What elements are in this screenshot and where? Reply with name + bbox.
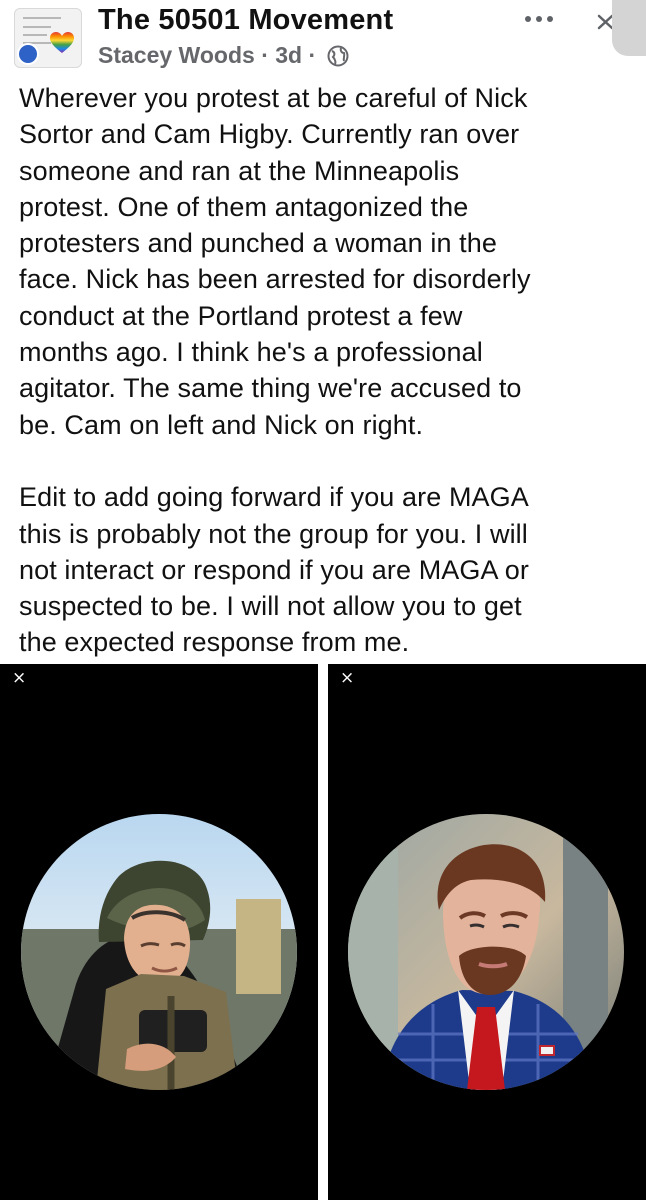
avatar-text-line	[23, 17, 61, 19]
post-time[interactable]: 3d	[275, 42, 302, 69]
group-avatar[interactable]	[14, 8, 82, 68]
meta-separator: ·	[308, 42, 317, 69]
group-name[interactable]: The 50501 Movement	[98, 4, 393, 37]
post-meta: Stacey Woods · 3d ·	[98, 41, 349, 69]
globe-icon	[327, 45, 349, 67]
author-name[interactable]: Stacey Woods	[98, 42, 255, 69]
post-body: Wherever you protest at be careful of Ni…	[19, 83, 531, 658]
scroll-handle[interactable]	[612, 0, 646, 56]
photo-close-button[interactable]: ×	[340, 668, 354, 688]
avatar-text-line	[23, 26, 51, 28]
photo-nick-sortor[interactable]: ×	[328, 664, 646, 1200]
more-options-button[interactable]	[525, 14, 553, 24]
helmeted-man-portrait	[21, 814, 297, 1090]
author-avatar[interactable]	[17, 43, 39, 65]
meta-separator: ·	[261, 42, 269, 69]
photo-cam-higby[interactable]: ×	[0, 664, 318, 1200]
post-header: The 50501 Movement Stacey Woods · 3d ·	[0, 0, 646, 76]
rainbow-heart-icon	[50, 32, 74, 53]
avatar-text-line	[23, 34, 47, 36]
photo-close-button[interactable]: ×	[12, 668, 26, 688]
suited-man-portrait	[348, 814, 624, 1090]
